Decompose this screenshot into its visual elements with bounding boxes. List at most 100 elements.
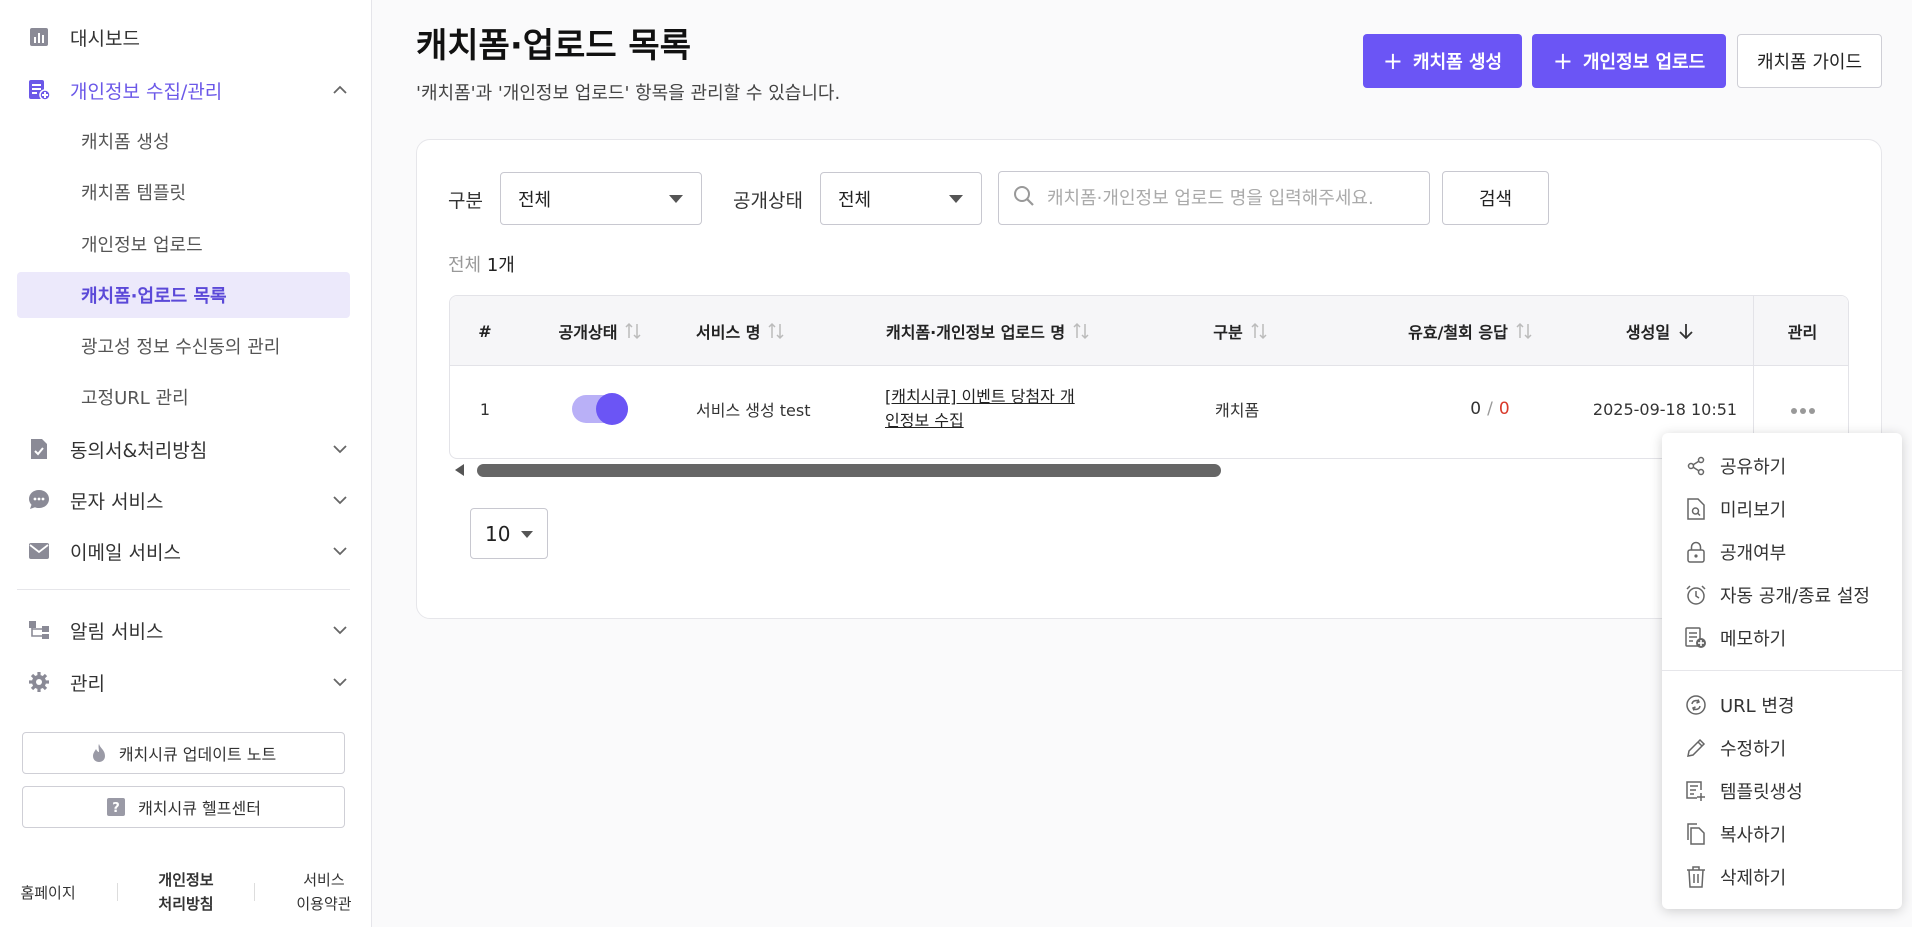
sidebar-item-label: 고정URL 관리 — [81, 388, 189, 409]
column-header-created[interactable]: 생성일 — [1580, 296, 1740, 366]
search-button[interactable]: 검색 — [1442, 171, 1549, 225]
update-note-label: 캐치시큐 업데이트 노트 — [118, 745, 277, 764]
chevron-down-icon[interactable] — [331, 621, 349, 639]
sync-link-icon — [1684, 693, 1708, 717]
menu-item-label: 미리보기 — [1720, 500, 1787, 521]
sidebar-item-fixed-url[interactable]: 고정URL 관리 — [17, 374, 350, 420]
search-input[interactable] — [1047, 187, 1427, 209]
sidebar-item-catchform-create[interactable]: 캐치폼 생성 — [17, 118, 350, 164]
menu-item-copy[interactable]: 복사하기 — [1684, 814, 1894, 854]
nav-email[interactable]: 이메일 서비스 — [28, 534, 349, 568]
nav-dashboard[interactable]: 대시보드 — [28, 20, 349, 54]
sidebar-item-label: 캐치폼 템플릿 — [81, 183, 187, 204]
sidebar-footer: 홈페이지 개인정보 처리방침 서비스이용약관 — [0, 868, 372, 916]
menu-item-auto-schedule[interactable]: 자동 공개/종료 설정 — [1684, 575, 1894, 615]
column-header-manage-label: 관리 — [1787, 322, 1818, 342]
column-header-responses[interactable]: 유효/철회 응답 — [1370, 296, 1570, 366]
menu-item-template[interactable]: 템플릿생성 — [1684, 771, 1894, 811]
column-header-status[interactable]: 공개상태 — [535, 296, 665, 366]
footer-privacy-line2: 처리방침 — [158, 895, 214, 913]
menu-item-label: 자동 공개/종료 설정 — [1720, 586, 1870, 607]
menu-item-delete[interactable]: 삭제하기 — [1684, 857, 1894, 897]
menu-item-visibility[interactable]: 공개여부 — [1684, 532, 1894, 572]
horizontal-scrollbar[interactable] — [453, 461, 1848, 479]
bar-chart-icon — [28, 26, 50, 48]
nav-alimtalk[interactable]: 알림 서비스 — [28, 613, 349, 647]
list-table: # 공개상태 서비스 명 캐치폼·개인정보 업로드 명 구분 유효/철회 응답 … — [449, 295, 1849, 459]
menu-item-memo[interactable]: 메모하기 — [1684, 618, 1894, 658]
sort-icon[interactable] — [625, 322, 641, 340]
status-toggle[interactable] — [572, 393, 628, 425]
total-count: 전체 1개 — [448, 251, 515, 277]
trash-icon — [1684, 865, 1708, 889]
more-options-icon[interactable] — [1790, 400, 1816, 419]
nav-admin[interactable]: 관리 — [28, 665, 349, 699]
lock-icon — [1684, 540, 1708, 564]
column-header-category-label: 구분 — [1213, 323, 1243, 342]
catchform-guide-button[interactable]: 캐치폼 가이드 — [1737, 34, 1882, 88]
sort-icon[interactable] — [768, 322, 784, 340]
menu-item-preview[interactable]: 미리보기 — [1684, 489, 1894, 529]
menu-item-edit[interactable]: 수정하기 — [1684, 728, 1894, 768]
form-list-icon — [28, 79, 50, 101]
plus-icon: + — [1382, 47, 1404, 75]
arrow-down-icon[interactable] — [1678, 322, 1694, 340]
nav-sms[interactable]: 문자 서비스 — [28, 483, 349, 517]
sort-icon[interactable] — [1073, 322, 1089, 340]
create-catchform-button[interactable]: + 캐치폼 생성 — [1363, 34, 1522, 88]
column-header-num-label: # — [478, 321, 492, 341]
footer-terms-link[interactable]: 서비스이용약관 — [296, 868, 351, 916]
category-select[interactable]: 전체 — [500, 172, 702, 225]
privacy-upload-button[interactable]: + 개인정보 업로드 — [1532, 34, 1726, 88]
search-box[interactable] — [998, 171, 1430, 225]
menu-item-label: 수정하기 — [1720, 739, 1787, 760]
sidebar-item-ad-consent[interactable]: 광고성 정보 수신동의 관리 — [17, 323, 350, 369]
cell-name: [캐치시큐] 이벤트 당첨자 개 인정보 수집 — [885, 366, 1125, 452]
menu-item-label: 템플릿생성 — [1720, 782, 1803, 803]
update-note-button[interactable]: 캐치시큐 업데이트 노트 — [22, 732, 345, 774]
nav-alimtalk-label: 알림 서비스 — [70, 620, 164, 643]
scroll-left-icon[interactable] — [455, 464, 464, 476]
column-header-service[interactable]: 서비스 명 — [680, 296, 810, 366]
chevron-down-icon[interactable] — [331, 673, 349, 691]
status-select[interactable]: 전체 — [820, 172, 982, 225]
menu-item-change-url[interactable]: URL 변경 — [1684, 685, 1894, 725]
sidebar-item-list[interactable]: 캐치폼·업로드 목록 — [17, 272, 350, 318]
chat-bubble-icon — [28, 489, 50, 511]
footer-terms-line2: 이용약관 — [296, 895, 352, 913]
valid-count: 0 — [1470, 399, 1482, 419]
caret-down-icon — [521, 531, 533, 538]
chevron-down-icon[interactable] — [331, 440, 349, 458]
menu-item-share[interactable]: 공유하기 — [1684, 446, 1894, 486]
flow-icon — [28, 619, 50, 641]
chevron-up-icon[interactable] — [331, 81, 349, 99]
chevron-down-icon[interactable] — [331, 491, 349, 509]
nav-consent[interactable]: 동의서&처리방침 — [28, 432, 349, 466]
status-filter-label: 공개상태 — [733, 190, 803, 212]
footer-divider — [116, 883, 118, 901]
toggle-knob — [596, 393, 628, 425]
chevron-down-icon[interactable] — [331, 542, 349, 560]
nav-privacy-collect[interactable]: 개인정보 수집/관리 — [28, 73, 349, 107]
page-size-select[interactable]: 10 — [470, 508, 548, 559]
column-header-category[interactable]: 구분 — [1190, 296, 1290, 366]
help-center-button[interactable]: ? 캐치시큐 헬프센터 — [22, 786, 345, 828]
footer-terms-line1: 서비스 — [303, 871, 345, 889]
footer-home-link[interactable]: 홈페이지 — [20, 882, 75, 903]
column-header-num: # — [450, 296, 520, 366]
sort-icon[interactable] — [1251, 322, 1267, 340]
sidebar-item-label: 캐치폼 생성 — [81, 132, 170, 153]
sidebar: 대시보드 개인정보 수집/관리 캐치폼 생성 캐치폼 템플릿 개인정보 업로드 … — [0, 0, 372, 927]
scrollbar-thumb[interactable] — [477, 464, 1221, 477]
catchform-guide-label: 캐치폼 가이드 — [1756, 52, 1863, 73]
form-name-link[interactable]: [캐치시큐] 이벤트 당첨자 개 인정보 수집 — [885, 385, 1075, 433]
column-header-name[interactable]: 캐치폼·개인정보 업로드 명 — [870, 296, 1150, 366]
category-select-value: 전체 — [518, 189, 552, 211]
sort-icon[interactable] — [1516, 322, 1532, 340]
column-header-status-label: 공개상태 — [558, 323, 618, 342]
footer-privacy-policy-link[interactable]: 개인정보 처리방침 — [158, 868, 213, 916]
sidebar-item-catchform-template[interactable]: 캐치폼 템플릿 — [17, 169, 350, 215]
search-button-label: 검색 — [1478, 189, 1513, 210]
flame-icon — [91, 743, 107, 763]
sidebar-item-privacy-upload[interactable]: 개인정보 업로드 — [17, 221, 350, 267]
